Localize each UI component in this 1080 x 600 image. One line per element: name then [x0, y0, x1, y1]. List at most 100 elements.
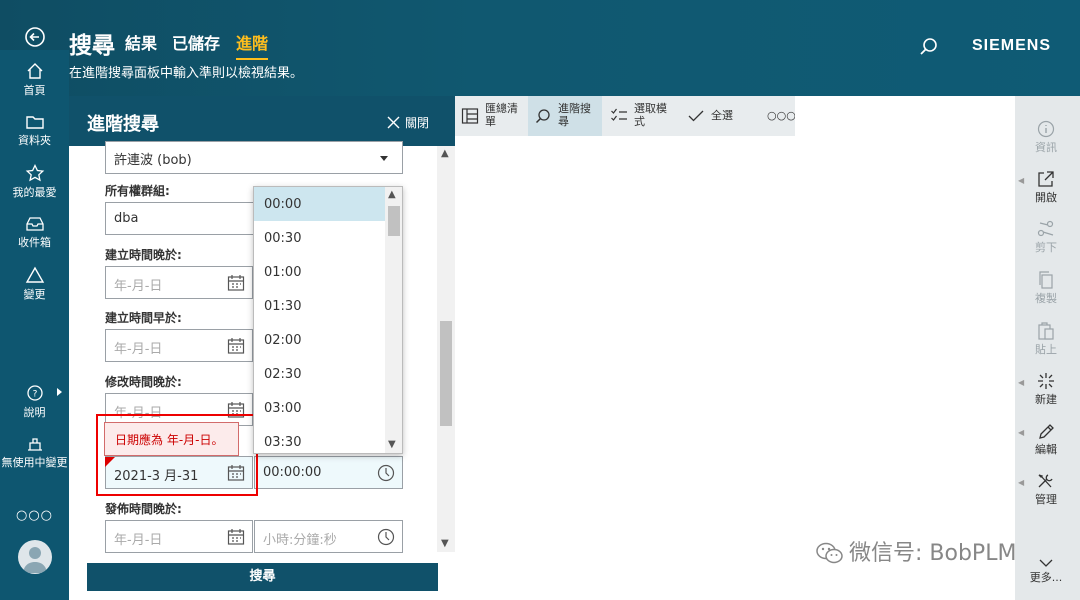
- scroll-up-icon[interactable]: ▲: [388, 189, 396, 200]
- copy-icon: [1039, 271, 1053, 289]
- back-icon[interactable]: [22, 24, 48, 50]
- modified-after-label: 修改時間晚於:: [105, 375, 182, 389]
- time-value: 00:00:00: [263, 465, 322, 480]
- time-option[interactable]: 02:30: [254, 357, 385, 391]
- page-subtitle: 在進階搜尋面板中輸入準則以檢視結果。: [69, 66, 304, 81]
- time-option[interactable]: 03:00: [254, 391, 385, 425]
- change-icon: [25, 266, 44, 283]
- date-placeholder: 年-月-日: [114, 533, 163, 548]
- nav-label-help: 說明: [23, 406, 46, 419]
- nav-item-active-change[interactable]: 無使用中變更: [0, 436, 69, 470]
- select-all-button[interactable]: 全選: [681, 96, 741, 136]
- date-placeholder: 年-月-日: [114, 279, 163, 294]
- more-dots-icon[interactable]: ○○○: [0, 508, 69, 523]
- owner-select[interactable]: 許連波 (bob): [105, 141, 403, 174]
- watermark-text: 微信号: BobPLM: [849, 541, 1017, 566]
- manage-button[interactable]: 管理: [1022, 472, 1070, 507]
- new-icon: [1038, 373, 1054, 389]
- edit-icon: [1039, 424, 1054, 439]
- select-mode-label: 選取模式: [634, 102, 667, 128]
- nav-label-home: 首頁: [23, 84, 46, 97]
- time-option[interactable]: 00:00: [254, 187, 385, 221]
- summary-list-button[interactable]: 匯總清單: [455, 96, 527, 136]
- no-active-change-icon: [27, 438, 42, 451]
- scroll-thumb[interactable]: [440, 321, 452, 426]
- calendar-icon[interactable]: [227, 337, 245, 355]
- date-placeholder: 年-月-日: [114, 342, 163, 357]
- expand-arrow-icon[interactable]: [57, 388, 62, 396]
- panel-title: 進階搜尋: [87, 114, 159, 135]
- scroll-thumb[interactable]: [388, 206, 400, 236]
- star-icon: [25, 164, 44, 182]
- brand-logo: SIEMENS: [972, 37, 1052, 54]
- paste-icon: [1038, 322, 1054, 340]
- time-placeholder: 小時:分鐘:秒: [263, 533, 337, 548]
- time-option[interactable]: 01:30: [254, 289, 385, 323]
- new-label: 新建: [1035, 393, 1057, 406]
- tab-results[interactable]: 結果: [125, 30, 157, 54]
- group-label: 所有權群組:: [105, 184, 170, 198]
- summary-list-icon: [461, 108, 479, 124]
- chevron-down-icon: [380, 156, 388, 161]
- results-area: [455, 136, 795, 600]
- info-label: 資訊: [1035, 141, 1057, 154]
- wechat-icon: [816, 542, 843, 564]
- open-button[interactable]: 開啟: [1022, 170, 1070, 205]
- nav-label-active-change: 無使用中變更: [1, 456, 68, 469]
- released-after-date-field[interactable]: 年-月-日: [105, 520, 253, 553]
- nav-item-folders[interactable]: 資料夾: [0, 114, 69, 148]
- cut-label: 剪下: [1035, 241, 1057, 254]
- nav-label-folders: 資料夾: [18, 134, 51, 147]
- created-after-date-field[interactable]: 年-月-日: [105, 266, 253, 299]
- released-after-time-field[interactable]: 小時:分鐘:秒: [254, 520, 403, 553]
- search-button[interactable]: 搜尋: [87, 563, 438, 591]
- inbox-icon: [25, 217, 44, 231]
- error-flag-icon: [105, 457, 115, 467]
- paste-button[interactable]: 貼上: [1022, 322, 1070, 357]
- clock-icon[interactable]: [377, 528, 395, 546]
- time-option[interactable]: 01:00: [254, 255, 385, 289]
- time-option[interactable]: 02:00: [254, 323, 385, 357]
- copy-button[interactable]: 複製: [1022, 271, 1070, 306]
- tab-saved[interactable]: 已儲存: [172, 30, 220, 54]
- info-button[interactable]: 資訊: [1022, 120, 1070, 155]
- close-button[interactable]: 關閉: [387, 114, 429, 131]
- created-before-label: 建立時間早於:: [105, 311, 182, 325]
- toolbar-more-icon[interactable]: ○○○: [767, 96, 796, 136]
- avatar[interactable]: [18, 540, 52, 574]
- nav-item-changes[interactable]: 變更: [0, 266, 69, 302]
- nav-item-inbox[interactable]: 收件箱: [0, 216, 69, 250]
- select-mode-button[interactable]: 選取模式: [604, 96, 679, 136]
- open-icon: [1038, 171, 1054, 187]
- checklist-icon: [611, 108, 627, 121]
- nav-label-changes: 變更: [23, 288, 46, 301]
- manage-icon: [1038, 474, 1053, 488]
- more-button[interactable]: 更多...: [1022, 558, 1070, 585]
- error-tooltip: 日期應為 年-月-日。: [104, 422, 239, 456]
- chevron-down-icon: [1039, 559, 1053, 567]
- time-option[interactable]: 03:30: [254, 425, 385, 453]
- cut-button[interactable]: 剪下: [1022, 220, 1070, 255]
- search-icon[interactable]: [918, 36, 940, 58]
- edit-button[interactable]: 編輯: [1022, 422, 1070, 457]
- modified-before-time-field[interactable]: 00:00:00: [254, 456, 403, 489]
- nav-item-favorites[interactable]: 我的最愛: [0, 164, 69, 200]
- calendar-icon[interactable]: [227, 528, 245, 546]
- created-before-date-field[interactable]: 年-月-日: [105, 329, 253, 362]
- new-button[interactable]: 新建: [1022, 372, 1070, 407]
- scroll-down-icon[interactable]: ▼: [388, 439, 396, 450]
- close-icon: [387, 116, 400, 129]
- nav-item-home[interactable]: 首頁: [0, 62, 69, 98]
- scroll-down-icon[interactable]: ▼: [441, 538, 449, 549]
- scroll-up-icon[interactable]: ▲: [441, 148, 449, 159]
- advanced-search-label: 進階搜尋: [558, 102, 591, 128]
- calendar-icon[interactable]: [227, 274, 245, 292]
- advanced-search-button[interactable]: 進階搜尋: [528, 96, 602, 136]
- time-option[interactable]: 00:30: [254, 221, 385, 255]
- clock-icon[interactable]: [377, 464, 395, 482]
- released-after-label: 發佈時間晚於:: [105, 502, 182, 516]
- more-label: 更多...: [1029, 571, 1063, 584]
- time-dropdown[interactable]: 00:00 00:30 01:00 01:30 02:00 02:30 03:0…: [253, 186, 403, 454]
- tab-advanced[interactable]: 進階: [236, 30, 269, 60]
- group-value: dba: [114, 211, 139, 226]
